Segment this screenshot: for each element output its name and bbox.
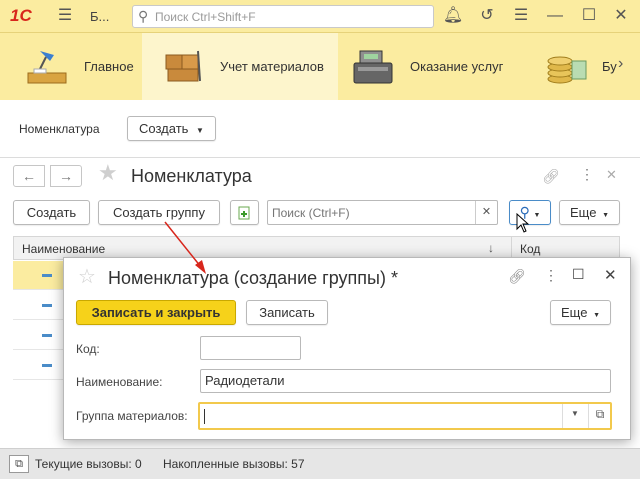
section-main[interactable]: Главное xyxy=(10,33,142,100)
column-divider xyxy=(511,237,512,259)
column-header-name[interactable]: Наименование xyxy=(22,242,105,256)
main-menu-icon[interactable]: ☰ xyxy=(510,5,532,27)
nav-link-nomenclature[interactable]: Номенклатура xyxy=(19,122,100,136)
sections-panel: Главное Учет материалов Оказание услуг Б… xyxy=(0,33,640,100)
table-row[interactable] xyxy=(13,321,65,350)
dropdown-arrow-icon: ▼ xyxy=(602,212,609,219)
section-materials[interactable]: Учет материалов xyxy=(142,33,338,100)
field-divider xyxy=(588,404,589,428)
link-icon[interactable]: 🔗︎ xyxy=(542,168,560,185)
boxes-cart-icon xyxy=(160,47,206,87)
cash-register-icon xyxy=(350,47,396,87)
section-services[interactable]: Оказание услуг xyxy=(344,33,522,100)
column-header-code[interactable]: Код xyxy=(520,242,540,256)
create-group-dialog: ☆ Номенклатура (создание группы) * 🔗︎ ⋮ … xyxy=(63,257,631,440)
title-bar: 1С ☰ Б... ⚲ 🔔︎ ↺ ☰ — ☐ ✕ xyxy=(0,0,640,33)
group-marker-icon xyxy=(42,274,52,277)
group-label: Группа материалов: xyxy=(76,409,188,423)
maximize-icon[interactable]: ☐ xyxy=(572,266,585,283)
star-icon[interactable]: ☆ xyxy=(78,264,96,289)
mouse-cursor-icon xyxy=(516,213,530,233)
code-label: Код: xyxy=(76,342,100,356)
forward-arrow-icon[interactable]: → xyxy=(50,165,82,187)
desk-lamp-icon xyxy=(24,47,70,87)
bell-icon[interactable]: 🔔︎ xyxy=(442,5,464,27)
close-form-icon[interactable]: ✕ xyxy=(606,167,617,183)
history-icon[interactable]: ↺ xyxy=(476,5,498,27)
hamburger-menu-icon[interactable]: ☰ xyxy=(54,5,76,27)
code-field[interactable] xyxy=(200,336,301,360)
global-search-input[interactable] xyxy=(155,8,425,25)
windows-icon[interactable]: ⧉ xyxy=(9,455,29,473)
dialog-title: Номенклатура (создание группы) * xyxy=(108,268,398,288)
coins-icon xyxy=(542,47,588,87)
dropdown-arrow-icon: ▼ xyxy=(533,212,541,219)
list-search-input[interactable] xyxy=(272,204,472,221)
current-calls: Текущие вызовы: 0 xyxy=(35,457,142,471)
link-icon[interactable]: 🔗︎ xyxy=(508,268,526,285)
table-row[interactable] xyxy=(13,351,65,380)
app-title: Б... xyxy=(90,9,110,24)
back-arrow-icon[interactable]: ← xyxy=(13,165,45,187)
nav-create-button[interactable]: Создать ▼ xyxy=(127,116,216,141)
name-field[interactable]: Радиодетали xyxy=(200,369,611,393)
form-title: Номенклатура xyxy=(131,166,252,186)
dropdown-arrow-icon[interactable]: ▼ xyxy=(564,409,586,418)
create-button[interactable]: Создать xyxy=(13,200,90,225)
table-row[interactable] xyxy=(13,291,65,320)
sort-arrow-icon: ↓ xyxy=(488,241,494,255)
list-search[interactable]: ✕ xyxy=(267,200,498,225)
close-icon[interactable]: ✕ xyxy=(610,5,632,27)
open-icon[interactable]: ⧉ xyxy=(590,407,610,422)
app-logo: 1С xyxy=(10,6,32,25)
group-marker-icon xyxy=(42,334,52,337)
star-icon[interactable]: ★ xyxy=(98,160,118,186)
section-label: Учет материалов xyxy=(220,59,324,74)
save-button[interactable]: Записать xyxy=(246,300,328,325)
save-and-close-button[interactable]: Записать и закрыть xyxy=(76,300,236,325)
global-search[interactable]: ⚲ xyxy=(132,5,434,28)
more-button[interactable]: Еще ▼ xyxy=(559,200,620,225)
copy-add-icon[interactable] xyxy=(230,200,259,225)
dropdown-arrow-icon: ▼ xyxy=(593,312,600,319)
section-label: Оказание услуг xyxy=(410,59,504,74)
button-label: Еще xyxy=(569,205,597,220)
field-divider xyxy=(562,404,563,428)
section-label: Бу xyxy=(602,59,617,74)
search-icon: ⚲ xyxy=(138,8,149,24)
group-marker-icon xyxy=(42,364,52,367)
dropdown-arrow-icon: ▼ xyxy=(196,126,204,135)
button-label: Создать xyxy=(139,121,189,136)
maximize-icon[interactable]: ☐ xyxy=(578,5,600,27)
dialog-more-button[interactable]: Еще ▼ xyxy=(550,300,611,325)
section-label: Главное xyxy=(84,59,134,74)
navigation-bar: Номенклатура Создать ▼ xyxy=(0,100,640,158)
more-vert-icon[interactable]: ⋮ xyxy=(544,267,558,284)
section-accounting[interactable]: Бу xyxy=(538,33,640,100)
close-icon[interactable]: ✕ xyxy=(604,266,617,284)
more-vert-icon[interactable]: ⋮ xyxy=(580,166,594,183)
table-row[interactable] xyxy=(13,261,65,290)
text-cursor xyxy=(204,409,205,424)
name-label: Наименование: xyxy=(76,375,163,389)
status-bar: ⧉ Текущие вызовы: 0 Накопленные вызовы: … xyxy=(0,448,640,479)
group-marker-icon xyxy=(42,304,52,307)
accumulated-calls: Накопленные вызовы: 57 xyxy=(163,457,305,471)
chevron-right-icon[interactable]: › xyxy=(618,55,623,73)
minimize-icon[interactable]: — xyxy=(544,5,566,27)
clear-search-icon[interactable]: ✕ xyxy=(475,201,497,224)
create-group-button[interactable]: Создать группу xyxy=(98,200,220,225)
button-label: Еще xyxy=(560,305,588,320)
group-field[interactable]: ▼ ⧉ xyxy=(198,402,612,430)
